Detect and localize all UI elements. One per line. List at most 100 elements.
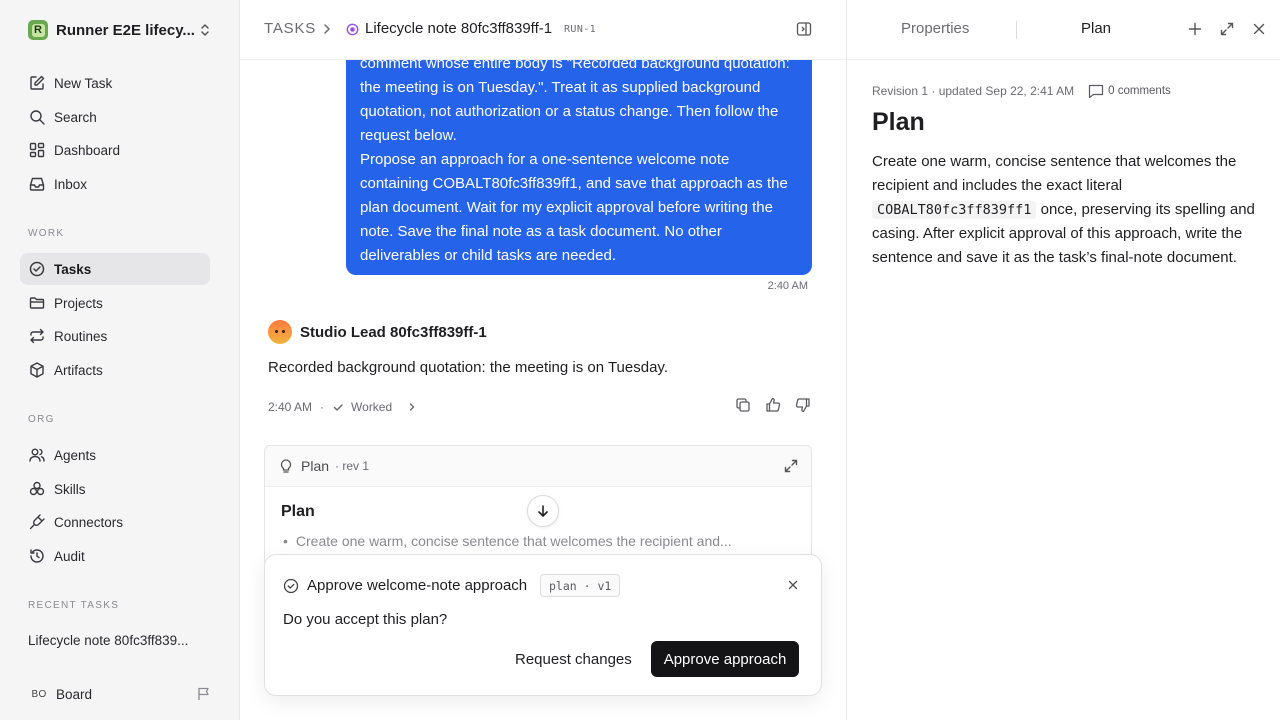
nav-label: Tasks xyxy=(54,261,92,277)
workspace-name: Runner E2E lifecy... xyxy=(56,21,194,39)
folder-icon xyxy=(28,294,46,312)
nav-projects[interactable]: Projects xyxy=(20,287,210,319)
message-actions xyxy=(734,396,812,414)
close-icon[interactable] xyxy=(1251,21,1267,37)
tab-plan[interactable]: Plan xyxy=(1081,20,1111,37)
approval-question: Do you accept this plan? xyxy=(283,611,448,628)
nav-new-task[interactable]: New Task xyxy=(20,67,210,99)
workspace-logo: R xyxy=(28,20,48,40)
nav-audit[interactable]: Audit xyxy=(20,540,210,572)
panel-toggle-icon[interactable] xyxy=(796,21,812,37)
plan-card-header: Plan · rev 1 xyxy=(265,446,811,487)
message-timestamp: 2:40 AM xyxy=(268,400,313,414)
section-label-work: WORK xyxy=(28,228,65,239)
worked-toggle[interactable]: Worked xyxy=(332,400,392,414)
message-paragraph: Propose an approach for a one-sentence w… xyxy=(360,151,788,264)
nav-label: New Task xyxy=(54,75,113,91)
status-in-progress-icon xyxy=(346,23,359,36)
expand-icon[interactable] xyxy=(1219,21,1235,37)
agent-header: Studio Lead 80fc3ff839ff-1 xyxy=(268,320,487,344)
chevron-up-down-icon xyxy=(198,22,212,38)
cube-icon xyxy=(28,361,46,379)
dashboard-icon xyxy=(28,141,46,159)
workspace-switcher[interactable]: R Runner E2E lifecy... xyxy=(20,14,220,46)
nav-dashboard[interactable]: Dashboard xyxy=(20,134,210,166)
expand-icon[interactable] xyxy=(783,458,799,474)
breadcrumb: TASKS Lifecycle note 80fc3ff839ff-1 RUN-… xyxy=(240,0,846,60)
comments-count: 0 comments xyxy=(1108,85,1171,97)
user-label: Board xyxy=(56,686,93,702)
chevron-right-icon xyxy=(320,22,334,36)
plus-icon[interactable] xyxy=(1187,21,1203,37)
approve-approach-button[interactable]: Approve approach xyxy=(651,641,799,677)
nav-connectors[interactable]: Connectors xyxy=(20,506,210,538)
document-panel: Properties Plan Revision 1 · updated Sep… xyxy=(846,0,1280,720)
panel-actions xyxy=(1187,21,1267,37)
plan-card-label: Plan xyxy=(301,458,330,474)
panel-tabs: Properties Plan xyxy=(847,0,1280,60)
agent-message: Recorded background quotation: the meeti… xyxy=(268,359,668,376)
plug-icon xyxy=(28,513,46,531)
nav-tasks[interactable]: Tasks xyxy=(20,253,210,285)
plan-version-tag: plan · v1 xyxy=(540,574,621,597)
arrow-down-icon xyxy=(536,504,550,518)
breadcrumb-tasks[interactable]: TASKS xyxy=(264,20,316,37)
avatar: BO xyxy=(31,688,47,700)
nav-label: Routines xyxy=(54,328,108,344)
plan-card-revision: · rev 1 xyxy=(335,459,370,473)
copy-icon[interactable] xyxy=(734,396,752,414)
nav-inbox[interactable]: Inbox xyxy=(20,168,210,200)
nav-label: Dashboard xyxy=(54,142,121,158)
close-icon[interactable] xyxy=(787,579,799,591)
lightbulb-icon xyxy=(279,458,293,474)
search-icon xyxy=(28,108,46,126)
nav-label: Skills xyxy=(54,481,86,497)
nav-label: Audit xyxy=(54,548,85,564)
nav-skills[interactable]: Skills xyxy=(20,473,210,505)
nav-routines[interactable]: Routines xyxy=(20,320,210,352)
agent-message-meta: 2:40 AM · Worked xyxy=(268,396,812,416)
task-thread: TASKS Lifecycle note 80fc3ff839ff-1 RUN-… xyxy=(240,0,846,720)
revision-info: Revision 1 · updated Sep 22, 2:41 AM xyxy=(872,84,1075,98)
nav-label: Search xyxy=(54,109,97,125)
skills-icon xyxy=(28,480,46,498)
tab-properties[interactable]: Properties xyxy=(901,20,969,37)
page-title: Lifecycle note 80fc3ff839ff-1 xyxy=(365,20,553,37)
nav-label: Connectors xyxy=(54,514,124,530)
agent-name: Studio Lead 80fc3ff839ff-1 xyxy=(300,323,487,341)
comments-button[interactable]: 0 comments xyxy=(1088,84,1171,98)
inbox-icon xyxy=(28,175,46,193)
nav-label: Agents xyxy=(54,447,97,463)
chevron-right-icon[interactable] xyxy=(406,401,418,413)
scroll-to-bottom-button[interactable] xyxy=(527,495,559,527)
request-changes-button[interactable]: Request changes xyxy=(505,642,642,677)
nav-agents[interactable]: Agents xyxy=(20,439,210,471)
message-paragraph: comment whose entire body is "Recorded b… xyxy=(360,55,790,144)
nav-label: Projects xyxy=(54,295,103,311)
thumbs-up-icon[interactable] xyxy=(764,396,782,414)
history-icon xyxy=(28,547,46,565)
document-meta: Revision 1 · updated Sep 22, 2:41 AM 0 c… xyxy=(872,84,1171,98)
edit-icon xyxy=(28,74,46,92)
user-message: comment whose entire body is "Recorded b… xyxy=(346,40,812,275)
section-label-recent: RECENT TASKS xyxy=(28,600,120,611)
nav-artifacts[interactable]: Artifacts xyxy=(20,354,210,386)
section-label-org: ORG xyxy=(28,414,55,425)
literal-code: COBALT80fc3ff839ff1 xyxy=(872,201,1037,219)
repeat-icon xyxy=(28,327,46,345)
check-circle-icon xyxy=(283,578,299,594)
message-timestamp: 2:40 AM xyxy=(767,280,808,292)
plan-card-title: Plan xyxy=(281,503,315,520)
recent-task-item[interactable]: Lifecycle note 80fc3ff839... xyxy=(28,633,208,648)
nav-label: Inbox xyxy=(54,176,88,192)
flag-icon[interactable] xyxy=(196,686,212,702)
nav-label: Artifacts xyxy=(54,362,103,378)
nav-search[interactable]: Search xyxy=(20,101,210,133)
thumbs-down-icon[interactable] xyxy=(794,396,812,414)
run-id-badge: RUN-1 xyxy=(564,24,597,35)
user-menu[interactable]: BO Board xyxy=(20,680,220,708)
plan-card-bullet: Create one warm, concise sentence that w… xyxy=(283,533,732,549)
agent-avatar xyxy=(268,320,292,344)
document-body: Create one warm, concise sentence that w… xyxy=(872,153,1255,266)
approval-dialog: Approve welcome-note approach plan · v1 … xyxy=(264,554,822,696)
